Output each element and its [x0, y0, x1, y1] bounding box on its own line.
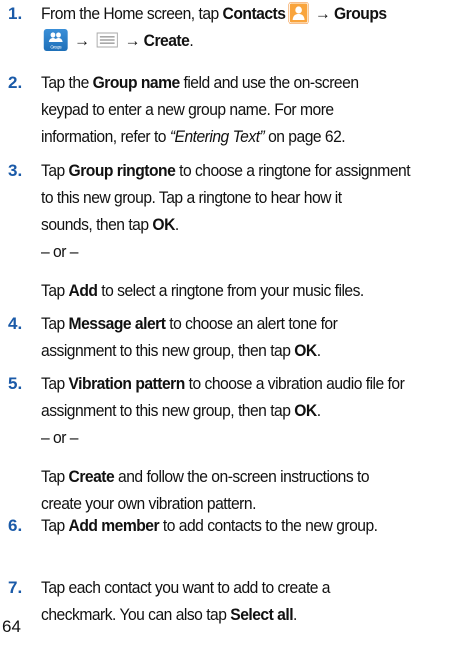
- step-text-line: – or –: [41, 240, 78, 264]
- ui-term: OK: [294, 341, 317, 360]
- text-run: Tap the: [41, 73, 93, 92]
- ui-term: Create: [68, 467, 115, 486]
- step-text-line: Tap Create and follow the on-screen inst…: [41, 465, 370, 489]
- text-run: .: [293, 605, 297, 624]
- step-number: 1.: [8, 4, 23, 23]
- text-run: on page 62.: [264, 127, 346, 146]
- text-run: Tap: [41, 516, 69, 535]
- manual-page: 1. From the Home screen, tap Contacts → G…: [0, 0, 474, 649]
- step-text-line: Tap each contact you want to add to crea…: [41, 576, 331, 600]
- text-run: to choose a vibration audio file for: [184, 374, 405, 393]
- text-run: assignment to this new group, then tap: [41, 401, 295, 420]
- step-text-line: information, refer to “Entering Text” on…: [41, 125, 346, 149]
- ui-term: Group ringtone: [68, 161, 176, 180]
- step-number: 6.: [8, 516, 23, 535]
- text-run: Tap: [41, 314, 69, 333]
- text-run: .: [316, 341, 321, 360]
- ui-term: Add: [68, 281, 98, 300]
- step-number: 2.: [8, 73, 23, 92]
- text-run: From the Home screen, tap: [41, 4, 223, 23]
- step-text-line: Tap Add member to add contacts to the ne…: [41, 514, 378, 538]
- ui-term: Create: [143, 31, 190, 50]
- step-text-line: checkmark. You can also tap Select all.: [41, 603, 297, 627]
- arrow-separator: →: [120, 31, 144, 50]
- text-run: – or –: [41, 242, 78, 261]
- page-number: 64: [2, 617, 21, 636]
- step-text-line: Groups → → Create.: [41, 29, 194, 53]
- step-number: 7.: [8, 578, 23, 597]
- text-run: .: [174, 215, 179, 234]
- ui-term: Select all: [230, 605, 294, 624]
- step-text-line: assignment to this new group, then tap O…: [41, 399, 321, 423]
- ui-term: Contacts: [222, 4, 286, 23]
- text-run: to this new group. Tap a ringtone to hea…: [41, 188, 342, 207]
- text-run: Tap: [41, 374, 69, 393]
- step-text-line: assignment to this new group, then tap O…: [41, 339, 321, 363]
- text-run: Tap each contact you want to add to crea…: [41, 578, 331, 597]
- step-text-line: to this new group. Tap a ringtone to hea…: [41, 186, 342, 210]
- step-text-line: – or –: [41, 426, 78, 450]
- text-run: to select a ringtone from your music fil…: [97, 281, 364, 300]
- ui-term: Message alert: [68, 314, 166, 333]
- step-text-line: Tap Vibration pattern to choose a vibrat…: [41, 372, 405, 396]
- text-run: checkmark. You can also tap: [41, 605, 231, 624]
- contacts-icon: [288, 2, 309, 24]
- groups-icon: Groups: [43, 29, 68, 51]
- text-run: create your own vibration pattern.: [41, 494, 256, 513]
- ui-term: Groups: [334, 4, 387, 23]
- text-run: to choose an alert tone for: [165, 314, 338, 333]
- step-text-line: From the Home screen, tap Contacts → Gro…: [41, 2, 387, 26]
- text-run: Tap: [41, 467, 69, 486]
- text-run: .: [189, 31, 194, 50]
- text-run: keypad to enter a new group name. For mo…: [41, 100, 334, 119]
- ui-term: OK: [294, 401, 317, 420]
- text-run: – or –: [41, 428, 78, 447]
- ui-term: OK: [152, 215, 175, 234]
- text-run: information, refer to: [41, 127, 170, 146]
- text-run: field and use the on-screen: [179, 73, 359, 92]
- ui-term: Add member: [68, 516, 160, 535]
- text-run: and follow the on-screen instructions to: [114, 467, 370, 486]
- text-run: Tap: [41, 281, 69, 300]
- step-text-line: Tap Group ringtone to choose a ringtone …: [41, 159, 411, 183]
- menu-icon: [96, 32, 118, 48]
- text-run: to add contacts to the new group.: [159, 516, 378, 535]
- step-text-line: Tap the Group name field and use the on-…: [41, 71, 359, 95]
- ui-term: Group name: [92, 73, 181, 92]
- arrow-separator: →: [311, 4, 335, 23]
- step-text-line: create your own vibration pattern.: [41, 492, 256, 516]
- step-number: 4.: [8, 314, 23, 333]
- step-text-line: keypad to enter a new group name. For mo…: [41, 98, 334, 122]
- groups-icon-label: Groups: [50, 44, 62, 49]
- text-run: “Entering Text”: [169, 127, 265, 146]
- step-text-line: Tap Add to select a ringtone from your m…: [41, 279, 364, 303]
- text-run: .: [316, 401, 321, 420]
- arrow-separator: →: [70, 31, 94, 50]
- text-run: to choose a ringtone for assignment: [175, 161, 411, 180]
- text-run: assignment to this new group, then tap: [41, 341, 295, 360]
- ui-term: Vibration pattern: [68, 374, 186, 393]
- step-text-line: sounds, then tap OK.: [41, 213, 179, 237]
- text-run: sounds, then tap: [41, 215, 153, 234]
- text-run: Tap: [41, 161, 69, 180]
- step-number: 5.: [8, 374, 23, 393]
- step-number: 3.: [8, 161, 23, 180]
- step-text-line: Tap Message alert to choose an alert ton…: [41, 312, 338, 336]
